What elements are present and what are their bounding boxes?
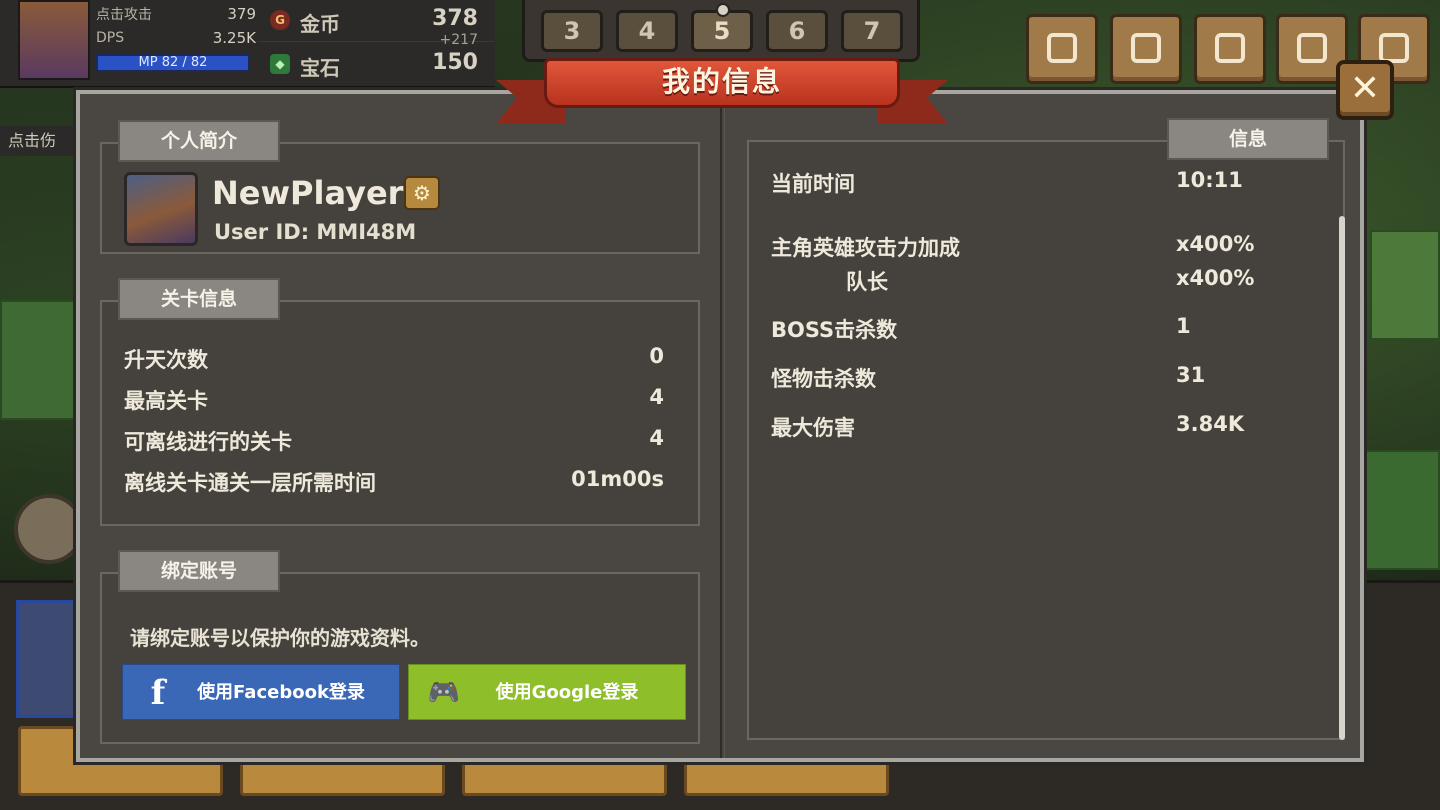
- info-value: 10:11: [1176, 168, 1243, 192]
- grass-block: [0, 300, 80, 420]
- profile-section-title: 个人简介: [118, 120, 280, 162]
- stage-info-value: 0: [649, 344, 664, 368]
- stage-info-row: 离线关卡通关一层所需时间 01m00s: [124, 467, 664, 501]
- info-label: 当前时间: [771, 172, 855, 196]
- tap-attack-row: 点击攻击 379: [96, 2, 256, 26]
- facebook-login-label: 使用Facebook登录: [197, 682, 365, 703]
- gold-value: 378: [432, 6, 478, 31]
- player-name: NewPlayer: [212, 174, 404, 212]
- gold-coin-icon: G: [270, 10, 290, 30]
- grid-icon: [1379, 33, 1409, 63]
- stage-number: 5: [713, 17, 731, 45]
- shop-icon: [1297, 33, 1327, 63]
- dialog-title: 我的信息: [661, 65, 782, 98]
- stage-button[interactable]: 3: [541, 10, 603, 52]
- stage-info-label: 可离线进行的关卡: [124, 430, 292, 454]
- trophy-icon: [1215, 33, 1245, 63]
- facebook-icon: f: [150, 673, 166, 713]
- camp-menu-button[interactable]: [1110, 14, 1182, 84]
- info-row: 当前时间 10:11: [771, 168, 1331, 202]
- hero-slot[interactable]: [16, 600, 80, 718]
- mp-bar: MP 82 / 82: [96, 54, 250, 72]
- skill-button[interactable]: [14, 494, 84, 564]
- info-value: 1: [1176, 314, 1191, 338]
- gem-icon: ◆: [270, 54, 290, 74]
- grass-block: [1370, 230, 1440, 340]
- info-value: 31: [1176, 363, 1206, 387]
- gamepad-menu-button[interactable]: [1026, 14, 1098, 84]
- left-pane: NewPlayer ⚙ User ID: MMI48M 个人简介 升天次数 0 …: [80, 94, 722, 758]
- stage-info-row: 最高关卡 4: [124, 385, 664, 419]
- info-value: x400%: [1176, 266, 1255, 290]
- bind-account-section: 请绑定账号以保护你的游戏资料。 f 使用Facebook登录 🎮 使用Googl…: [100, 572, 700, 744]
- stage-info-section: 升天次数 0 最高关卡 4 可离线进行的关卡 4 离线关卡通关一层所需时间 01…: [100, 300, 700, 526]
- gem-row: ◆ 宝石 150: [258, 44, 494, 86]
- google-login-label: 使用Google登录: [495, 682, 639, 703]
- stage-button[interactable]: 7: [841, 10, 903, 52]
- stage-info-row: 可离线进行的关卡 4: [124, 426, 664, 460]
- info-label: 怪物击杀数: [771, 367, 876, 391]
- info-row: BOSS击杀数 1: [771, 314, 1331, 348]
- stage-info-row: 升天次数 0: [124, 344, 664, 378]
- info-value: x400%: [1176, 232, 1255, 256]
- info-label: BOSS击杀数: [771, 318, 898, 342]
- gem-value: 150: [432, 50, 478, 75]
- stage-info-value: 4: [649, 385, 664, 409]
- profile-settings-button[interactable]: ⚙: [404, 176, 440, 210]
- tap-attack-label: 点击攻击: [96, 7, 152, 23]
- facebook-login-button[interactable]: f 使用Facebook登录: [122, 664, 400, 720]
- hud-stats-panel: 点击攻击 379 DPS 3.25K MP 82 / 82 G 金币 378 +…: [0, 0, 495, 88]
- stage-button[interactable]: 4: [616, 10, 678, 52]
- info-row: 队长 x400%: [771, 266, 1331, 300]
- gamepad-icon: [1047, 33, 1077, 63]
- stage-button[interactable]: 6: [766, 10, 828, 52]
- close-icon: ✕: [1349, 68, 1381, 109]
- gem-label: 宝石: [300, 56, 340, 80]
- info-row: 怪物击杀数 31: [771, 363, 1331, 397]
- stage-button-current[interactable]: 5: [691, 3, 753, 52]
- stage-info-label: 升天次数: [124, 348, 208, 372]
- player-avatar: [124, 172, 198, 246]
- stage-info-value: 01m00s: [571, 467, 664, 491]
- currency-panel: G 金币 378 +217 ◆ 宝石 150: [258, 0, 494, 86]
- info-label: 主角英雄攻击力加成: [771, 236, 960, 260]
- camp-icon: [1131, 33, 1161, 63]
- gold-row: G 金币 378 +217: [258, 0, 494, 48]
- bind-account-prompt: 请绑定账号以保护你的游戏资料。: [130, 626, 430, 650]
- info-section: 当前时间 10:11 主角英雄攻击力加成 x400% 队长 x400% BOSS…: [747, 140, 1345, 740]
- stage-info-value: 4: [649, 426, 664, 450]
- info-section-title: 信息: [1167, 118, 1329, 160]
- trophy-menu-button[interactable]: [1194, 14, 1266, 84]
- info-scrollbar[interactable]: [1339, 216, 1345, 740]
- info-row: 最大伤害 3.84K: [771, 412, 1331, 446]
- info-row: 主角英雄攻击力加成 x400%: [771, 232, 1331, 266]
- dialog-title-ribbon: 我的信息: [496, 58, 948, 128]
- info-value: 3.84K: [1176, 412, 1245, 436]
- stage-info-label: 离线关卡通关一层所需时间: [124, 471, 376, 495]
- user-id: User ID: MMI48M: [214, 220, 417, 244]
- right-pane: 当前时间 10:11 主角英雄攻击力加成 x400% 队长 x400% BOSS…: [724, 94, 1360, 758]
- hero-stats: 点击攻击 379 DPS 3.25K MP 82 / 82: [96, 2, 256, 72]
- close-button[interactable]: ✕: [1336, 60, 1394, 120]
- stage-info-label: 最高关卡: [124, 389, 208, 413]
- stage-selector: 3 4 5 6 7: [522, 0, 920, 62]
- boss-skull-icon: [716, 3, 730, 17]
- tap-attack-value: 379: [227, 5, 256, 23]
- dps-value: 3.25K: [212, 29, 256, 47]
- google-login-button[interactable]: 🎮 使用Google登录: [408, 664, 686, 720]
- gold-label: 金币: [300, 12, 340, 36]
- my-info-dialog: NewPlayer ⚙ User ID: MMI48M 个人简介 升天次数 0 …: [76, 90, 1364, 762]
- gear-icon: ⚙: [413, 181, 431, 205]
- gamepad-icon: 🎮: [427, 678, 461, 708]
- dps-row: DPS 3.25K: [96, 26, 256, 50]
- bind-account-section-title: 绑定账号: [118, 550, 280, 592]
- hero-portrait[interactable]: [18, 0, 90, 80]
- dps-label: DPS: [96, 30, 125, 46]
- info-label: 最大伤害: [771, 416, 855, 440]
- stage-info-section-title: 关卡信息: [118, 278, 280, 320]
- info-label: 队长: [846, 270, 888, 294]
- grass-block: [1365, 450, 1440, 570]
- tap-damage-tag: 点击伤: [0, 126, 78, 156]
